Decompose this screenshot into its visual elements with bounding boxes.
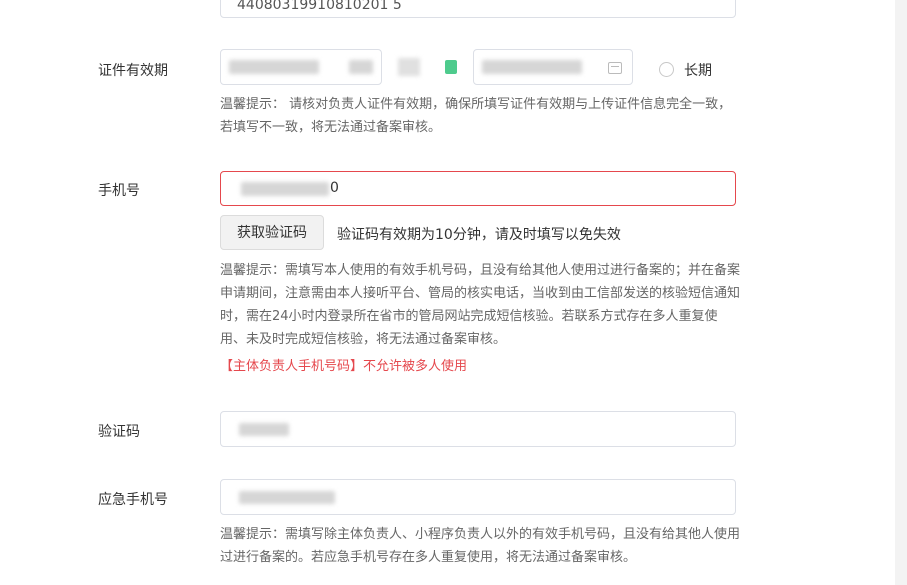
- phone-label: 手机号: [98, 183, 140, 199]
- emergency-phone-label: 应急手机号: [98, 492, 168, 508]
- verification-code-label: 验证码: [98, 424, 140, 440]
- validity-label: 证件有效期: [98, 63, 168, 79]
- long-term-radio[interactable]: [659, 62, 674, 77]
- scrollbar-track[interactable]: [895, 0, 907, 585]
- redacted-value: [239, 491, 335, 504]
- redacted-value: [239, 423, 289, 436]
- phone-warning: 【主体负责人手机号码】不允许被多人使用: [220, 359, 468, 374]
- redacted-value: [241, 182, 329, 196]
- get-verification-code-button[interactable]: 获取验证码: [220, 215, 324, 250]
- id-number-input[interactable]: 44080319910810201 5: [220, 0, 736, 18]
- validity-start-date-input[interactable]: [220, 49, 382, 85]
- emergency-phone-hint: 温馨提示：需填写除主体负责人、小程序负责人以外的有效手机号码，且没有给其他人使用…: [220, 527, 741, 565]
- emergency-phone-input[interactable]: [220, 479, 736, 515]
- date-separator: [398, 58, 420, 76]
- redaction-mark: [445, 60, 457, 74]
- phone-input[interactable]: 0: [220, 171, 736, 206]
- phone-hint: 温馨提示：需填写本人使用的有效手机号码，且没有给其他人使用过进行备案的；并在备案…: [220, 263, 741, 347]
- long-term-label: 长期: [684, 63, 712, 79]
- phone-value: 0: [330, 180, 339, 196]
- verification-code-input[interactable]: [220, 411, 736, 447]
- code-validity-note: 验证码有效期为10分钟，请及时填写以免失效: [337, 227, 621, 243]
- redacted-value: [349, 60, 373, 74]
- redacted-value: [229, 60, 319, 74]
- redacted-value: [482, 60, 582, 74]
- validity-hint: 温馨提示： 请核对负责人证件有效期，确保所填写证件有效期与上传证件信息完全一致，…: [220, 97, 732, 135]
- validity-end-date-input[interactable]: [473, 49, 633, 85]
- id-number-value: 44080319910810201 5: [237, 0, 402, 13]
- calendar-icon[interactable]: [608, 62, 622, 74]
